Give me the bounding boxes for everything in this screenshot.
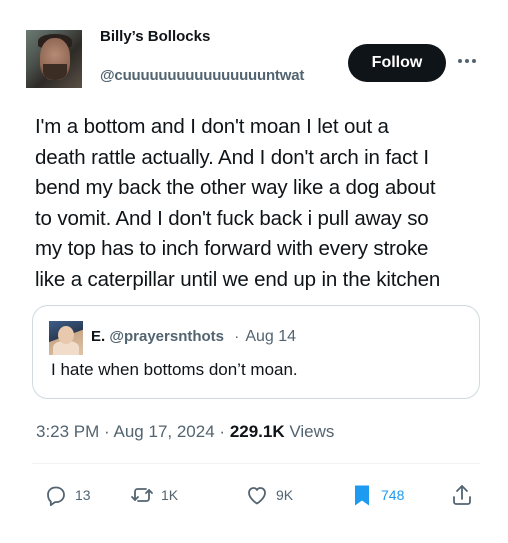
repost-count: 1K — [161, 487, 179, 503]
tweet-text-line: to vomit. And I don't fuck back i pull a… — [35, 206, 429, 230]
repost-button[interactable]: 1K — [130, 478, 178, 512]
like-button[interactable]: 9K — [245, 478, 293, 512]
like-count: 9K — [276, 487, 294, 503]
bookmark-count: 748 — [381, 487, 405, 503]
quote-author-handle: @prayersnthots — [109, 328, 225, 345]
tweet-text-line: like a caterpillar until we end up in th… — [35, 267, 441, 291]
author-display-name[interactable]: Billy’s Bollocks — [100, 28, 210, 45]
follow-button[interactable]: Follow — [348, 44, 446, 82]
tweet-text-line: bend my back the other way like a dog ab… — [35, 176, 436, 200]
quoted-tweet[interactable]: E. @prayersnthots · Aug 14 I hate when b… — [32, 305, 480, 399]
meta-separator: · — [104, 422, 110, 441]
share-icon — [453, 485, 471, 505]
repost-icon — [131, 488, 153, 502]
share-button[interactable] — [450, 478, 474, 512]
bookmark-button[interactable]: 748 — [350, 478, 404, 512]
quote-author-name: E. — [91, 328, 106, 345]
tweet-meta: 3:23 PM · Aug 17, 2024 · 229.1K Views — [36, 422, 334, 442]
tweet: Billy’s Bollocks @cuuuuuuuuuuuuuuuuntwat… — [0, 0, 508, 543]
more-icon[interactable] — [456, 50, 478, 72]
quote-header: E. @prayersnthots · Aug 14 — [91, 328, 296, 346]
tweet-text: I'm a bottom and I don't moan I let out … — [35, 112, 485, 296]
reply-count: 13 — [75, 487, 91, 503]
reply-icon — [47, 486, 65, 506]
author-handle[interactable]: @cuuuuuuuuuuuuuuuuntwat — [100, 67, 304, 84]
divider — [32, 463, 480, 464]
action-bar: 13 1K 9K 748 — [32, 478, 480, 512]
tweet-text-line: my top has to inch forward with every st… — [35, 237, 429, 261]
reply-button[interactable]: 13 — [44, 478, 91, 512]
tweet-date[interactable]: Aug 17, 2024 — [114, 422, 215, 441]
tweet-time[interactable]: 3:23 PM — [36, 422, 99, 441]
quote-author-avatar — [49, 321, 83, 355]
quote-separator: · — [234, 328, 240, 345]
quote-text: I hate when bottoms don’t moan. — [51, 360, 298, 379]
author-avatar[interactable] — [26, 30, 82, 88]
views-label: Views — [289, 422, 335, 441]
meta-separator: · — [219, 422, 226, 441]
tweet-text-line: I'm a bottom and I don't moan I let out … — [35, 115, 389, 138]
views-count: 229.1K — [229, 422, 285, 441]
heart-icon — [248, 487, 266, 505]
bookmark-icon — [355, 485, 369, 506]
quote-date: Aug 14 — [245, 328, 297, 345]
tweet-text-line: death rattle actually. And I don't arch … — [35, 145, 429, 169]
